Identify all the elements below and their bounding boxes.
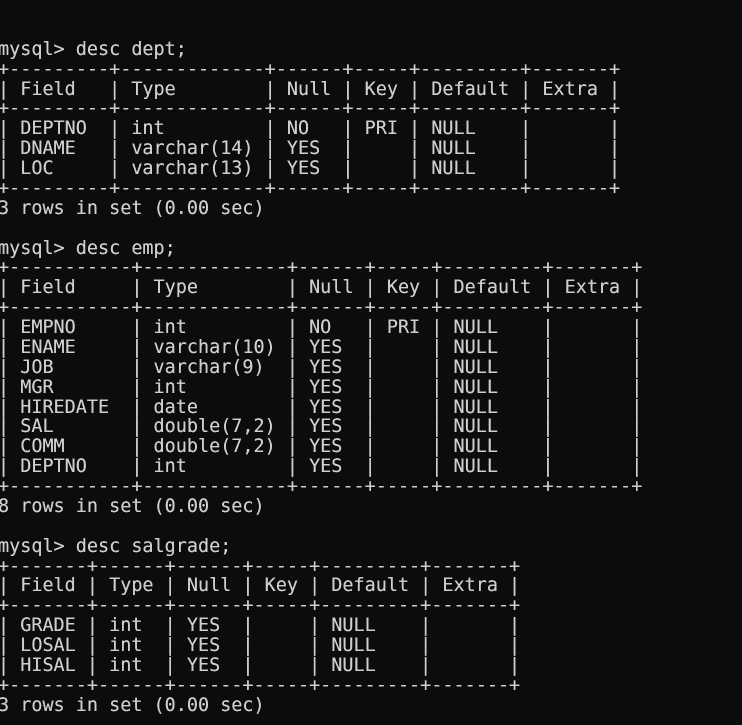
terminal-table-border: +-------+------+------+-----+---------+-…: [0, 595, 521, 617]
terminal-table-row: | DEPTNO | int | YES | | NULL | |: [0, 456, 643, 478]
terminal-table-border: +-----------+-------------+------+-----+…: [0, 297, 643, 319]
terminal-table-border: +-----------+-------------+------+-----+…: [0, 476, 643, 497]
terminal-table-row: | LOC | varchar(13) | YES | | NULL | |: [0, 158, 621, 179]
terminal-table-row: | LOSAL | int | YES | | NULL | |: [0, 635, 521, 656]
terminal-table-row: | HIREDATE | date | YES | | NULL | |: [0, 396, 643, 418]
terminal-status-line: 8 rows in set (0.00 sec): [0, 495, 265, 517]
terminal-window[interactable]: mysql> desc dept; +---------+------------…: [0, 0, 742, 725]
terminal-table-row: | HISAL | int | YES | | NULL | |: [0, 654, 521, 676]
terminal-table-row: | DEPTNO | int | NO | PRI | NULL | |: [0, 118, 621, 140]
terminal-table-row: | JOB | varchar(9) | YES | | NULL | |: [0, 356, 643, 378]
terminal-table-row: | COMM | double(7,2) | YES | | NULL | |: [0, 436, 643, 458]
terminal-status-line: 3 rows in set (0.00 sec): [0, 197, 265, 219]
terminal-table-row: | ENAME | varchar(10) | YES | | NULL | |: [0, 336, 643, 358]
terminal-table-row: | Field | Type | Null | Key | Default | …: [0, 277, 643, 299]
terminal-table-border: +-----------+-------------+------+-----+…: [0, 257, 643, 279]
terminal-table-border: +-------+------+------+-----+---------+-…: [0, 674, 521, 696]
terminal-table-border: +---------+-------------+------+-----+--…: [0, 177, 621, 199]
terminal-prompt-line: mysql> desc salgrade;: [0, 535, 232, 557]
terminal-table-row: | DNAME | varchar(14) | YES | | NULL | |: [0, 138, 621, 160]
terminal-table-border: +---------+-------------+------+-----+--…: [0, 98, 621, 120]
terminal-table-row: | EMPNO | int | NO | PRI | NULL | |: [0, 317, 643, 338]
terminal-table-row: | Field | Type | Null | Key | Default | …: [0, 78, 621, 100]
terminal-table-row: | GRADE | int | YES | | NULL | |: [0, 615, 521, 637]
terminal-table-border: +-------+------+------+-----+---------+-…: [0, 555, 521, 577]
terminal-table-row: | MGR | int | YES | | NULL | |: [0, 376, 643, 398]
terminal-prompt-line: mysql> desc emp;: [0, 237, 176, 259]
terminal-prompt-line: mysql> desc dept;: [0, 38, 187, 60]
terminal-table-row: | Field | Type | Null | Key | Default | …: [0, 575, 521, 597]
terminal-status-line: 3 rows in set (0.00 sec): [0, 694, 265, 716]
terminal-table-row: | SAL | double(7,2) | YES | | NULL | |: [0, 416, 643, 438]
terminal-table-border: +---------+-------------+------+-----+--…: [0, 58, 621, 80]
terminal-output-area[interactable]: mysql> desc dept; +---------+------------…: [0, 38, 742, 716]
